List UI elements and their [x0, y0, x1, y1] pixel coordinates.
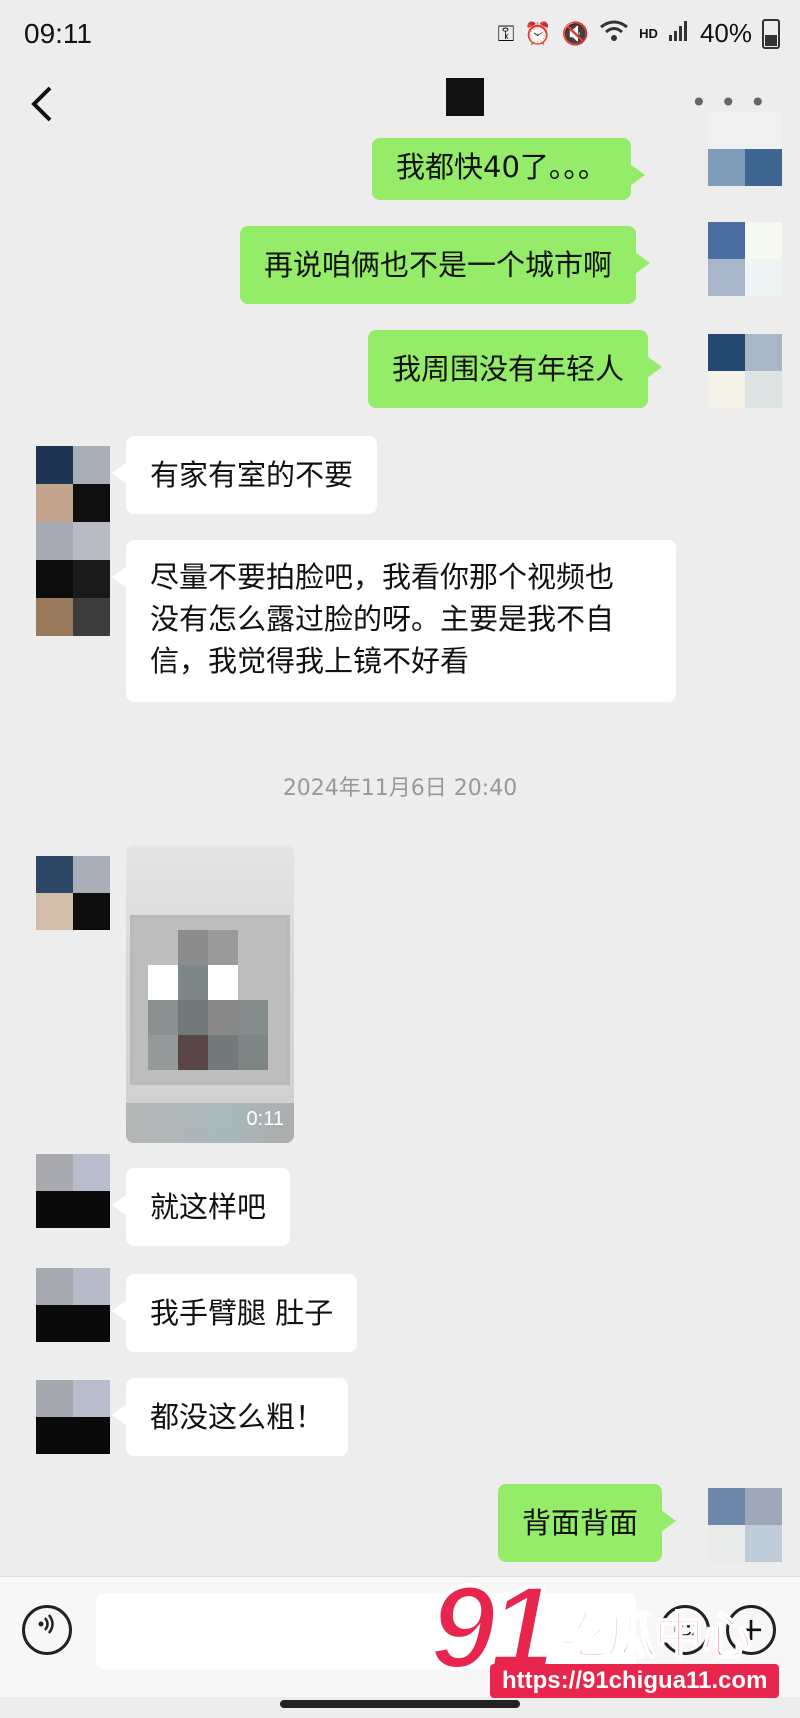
- avatar-me[interactable]: [708, 1488, 782, 1562]
- avatar-me[interactable]: [708, 222, 782, 296]
- avatar-them[interactable]: [36, 1268, 110, 1342]
- message-text-line: 没有怎么露过脸的呀。主要是我不自: [150, 602, 615, 636]
- message-bubble-me[interactable]: 再说咱俩也不是一个城市啊: [240, 226, 651, 304]
- status-time: 09:11: [24, 18, 92, 49]
- wifi-icon: [599, 19, 629, 49]
- message-text: 我手臂腿 肚子: [150, 1296, 334, 1330]
- message-text: 有家有室的不要: [150, 458, 354, 492]
- video-duration: 0:11: [246, 1108, 284, 1130]
- avatar-them[interactable]: [36, 856, 110, 930]
- message-text: 我都快40了。。。: [396, 150, 607, 184]
- message-text: 都没这么粗！: [150, 1400, 325, 1434]
- message-text: 我周围没有年轻人: [392, 352, 625, 386]
- status-bar: 09:11 ⚿ ⏰ 🔇 HD 40%: [0, 0, 800, 72]
- watermark-url: https://91chigua11.com: [490, 1664, 780, 1698]
- status-icons: ⚿ ⏰ 🔇 HD 40%: [498, 18, 780, 49]
- watermark-logo: 91 吃瓜中心 https://91chigua11.com: [428, 1560, 800, 1710]
- avatar-them[interactable]: [36, 446, 110, 636]
- battery-icon: [762, 18, 780, 49]
- voice-icon[interactable]: [22, 1605, 72, 1655]
- message-bubble-me[interactable]: 我周围没有年轻人: [368, 330, 663, 408]
- message-text: 就这样吧: [150, 1190, 267, 1224]
- message-text-line: 尽量不要拍脸吧，我看你那个视频也: [150, 560, 615, 594]
- signal-icon: [668, 20, 690, 48]
- chevron-left-icon[interactable]: [28, 84, 58, 135]
- message-bubble-them[interactable]: 就这样吧: [111, 1168, 291, 1246]
- avatar-me[interactable]: [708, 112, 782, 186]
- message-text-line: 信，我觉得我上镜不好看: [150, 644, 470, 678]
- mute-icon: 🔇: [561, 20, 590, 46]
- message-bubble-me[interactable]: 背面背面: [498, 1484, 677, 1562]
- watermark-text: 吃瓜中心: [557, 1606, 753, 1666]
- video-face-mosaic: [148, 930, 268, 1070]
- message-text: 背面背面: [522, 1506, 639, 1540]
- message-bubble-them[interactable]: 有家有室的不要: [111, 436, 378, 514]
- message-bubble-them[interactable]: 我手臂腿 肚子: [111, 1274, 358, 1352]
- avatar-them[interactable]: [36, 1154, 110, 1228]
- hd-label: HD: [639, 26, 658, 41]
- contact-name-redacted: [446, 78, 484, 116]
- chat-timestamp: 2024年11月6日 20:40: [282, 776, 518, 801]
- message-bubble-me[interactable]: 我都快40了。。。: [372, 138, 645, 200]
- battery-percent: 40%: [699, 18, 752, 48]
- chat-header: • • •: [0, 72, 800, 142]
- avatar-me[interactable]: [708, 334, 782, 408]
- avatar-them[interactable]: [36, 1380, 110, 1454]
- alarm-icon: ⏰: [524, 20, 552, 46]
- message-bubble-them[interactable]: 都没这么粗！: [111, 1378, 349, 1456]
- key-icon: ⚿: [497, 20, 515, 46]
- message-bubble-them[interactable]: 尽量不要拍脸吧，我看你那个视频也 没有怎么露过脸的呀。主要是我不自 信，我觉得我…: [112, 540, 676, 702]
- message-text: 再说咱俩也不是一个城市啊: [264, 248, 613, 282]
